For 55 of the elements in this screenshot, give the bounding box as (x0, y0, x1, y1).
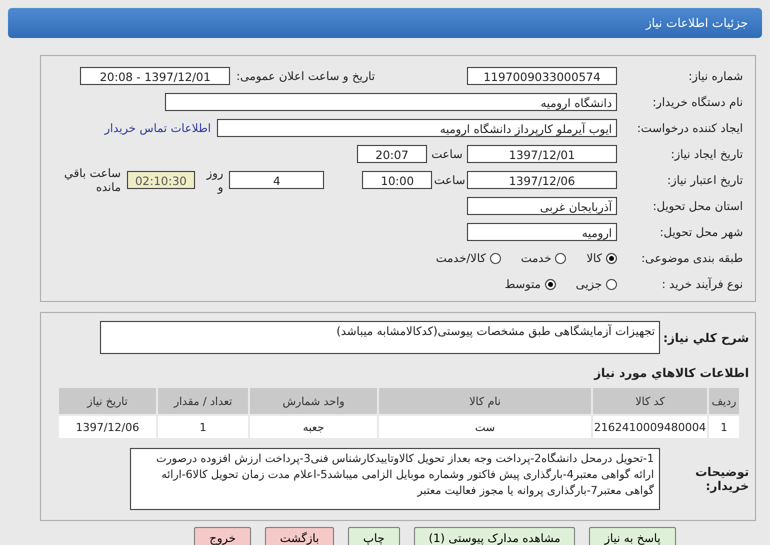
radio-option[interactable]: خدمت (520, 251, 566, 265)
summary-label: شرح کلي نياز: (662, 330, 750, 344)
table-cell: جعبه (250, 416, 378, 438)
valid-time-field: 10:00 (362, 171, 432, 189)
field-label: نوع فرآیند خرید : (660, 277, 744, 291)
notes-label: توضیحات خریدار: (694, 465, 750, 493)
remaining-label: ساعت باقي مانده (63, 166, 121, 194)
field-label: تاریخ ایجاد نیاز: (670, 147, 744, 161)
section-title: اطلاعات کالاهاي مورد نياز (592, 366, 749, 380)
days-label: روز و (205, 166, 224, 194)
notes-field: 1-تحویل درمحل دانشگاه2-پرداخت وجه بعداز تحویل کالاوتاییدکارشناس فنی3-پرداخت ارزش افزوده درصورت ارائه گواهی معتبر4-بارگذاری پیش فاکتور وشماره موبایل الزامی میباشد5-اعلام مدت زمان تحویل کالا6-ارائه گواهی معتبر7-بارگذاری پروانه یا مجوز فعالیت معتبر (130, 448, 660, 510)
field-label: نام دستگاه خریدار: (651, 95, 744, 109)
action-button[interactable]: خروج (194, 527, 251, 545)
created-date-field: 1397/12/01 (467, 145, 617, 163)
radio-option[interactable]: کالا (586, 251, 617, 265)
field-label: شماره نیاز: (687, 69, 744, 83)
field-label: طبقه بندی موضوعی: (640, 251, 744, 265)
table-cell: 2162410009480004 (593, 416, 707, 438)
summary-field: تجهیزات آزمایشگاهی طبق مشخصات پیوستی(کدکالامشابه میباشد) (100, 321, 660, 354)
time-label: ساعت (433, 173, 466, 187)
remaining-time-field: 02:10:30 (126, 171, 195, 189)
column-header: تعداد / مقدار (158, 388, 248, 414)
created-time-field: 20:07 (357, 145, 427, 163)
valid-date-field: 1397/12/06 (467, 171, 617, 189)
table-cell: 1397/12/06 (59, 416, 156, 438)
time-label: ساعت (430, 147, 464, 161)
table-cell: 1 (158, 416, 248, 438)
action-button[interactable]: بازگشت (264, 527, 334, 545)
column-header: واحد شمارش (250, 388, 378, 414)
field-label: استان محل تحویل: (652, 199, 744, 213)
column-header: تاریخ نیاز (59, 388, 156, 414)
field-label: تاریخ و ساعت اعلان عمومی: (236, 69, 375, 83)
days-field: 4 (229, 171, 324, 189)
city-field: ارومیه (467, 223, 617, 241)
table-cell: ست (379, 416, 592, 438)
announce-date-field: 1397/12/01 - 20:08 (80, 67, 230, 85)
radio-option[interactable]: کالا/خدمت (436, 251, 501, 265)
province-field: آذربایجان غربی (467, 197, 617, 215)
radio-option[interactable]: متوسط (504, 277, 556, 291)
field-label: شهر محل تحویل: (658, 225, 744, 239)
need-number-field: 1197009033000574 (467, 67, 617, 85)
action-button[interactable]: مشاهده مدارک پیوستی (1) (414, 527, 576, 545)
header-title: جزئیات اطلاعات نیاز (646, 16, 748, 30)
buyer-contact-link[interactable]: اطلاعات تماس خریدار (104, 121, 211, 135)
column-header: نام کالا (379, 388, 592, 414)
field-label: تاریخ اعتبار نیاز: (666, 173, 744, 187)
table-cell: 1 (709, 416, 739, 438)
field-label: ایجاد کننده درخواست: (636, 121, 744, 135)
column-header: کد کالا (593, 388, 707, 414)
column-header: ردیف (709, 388, 739, 414)
radio-option[interactable]: جزیی (576, 277, 617, 291)
action-button[interactable]: چاپ (348, 527, 400, 545)
buyer-field: دانشگاه ارومیه (165, 93, 617, 111)
creator-field: ایوب آیرملو کارپرداز دانشگاه ارومیه (217, 119, 617, 137)
action-button[interactable]: پاسخ به نیاز (589, 527, 676, 545)
